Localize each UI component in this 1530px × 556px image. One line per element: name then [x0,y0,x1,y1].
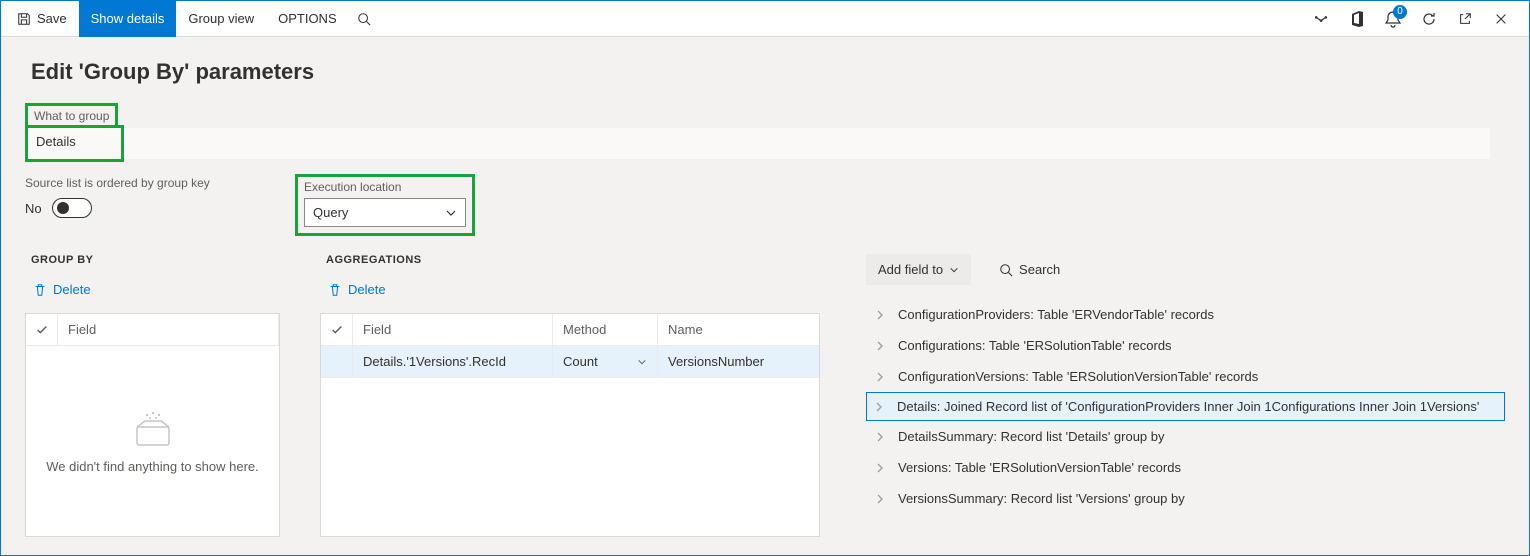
office-icon[interactable] [1343,5,1371,33]
save-button[interactable]: Save [5,1,79,37]
expand-icon[interactable] [876,463,886,473]
ordered-field: Source list is ordered by group key No [25,174,255,218]
group-by-delete-label: Delete [53,282,91,297]
agg-col-method[interactable]: Method [553,314,658,345]
agg-cell-field[interactable]: Details.'1Versions'.RecId [353,346,553,377]
group-by-grid-header: Field [26,314,279,346]
group-by-empty-text: We didn't find anything to show here. [46,459,259,474]
group-by-header: GROUP BY [31,254,280,266]
aggregations-checkall[interactable] [321,314,353,345]
exec-location-select[interactable]: Query [304,198,466,227]
group-by-delete-button[interactable]: Delete [25,278,99,301]
search-button[interactable] [349,1,379,37]
what-to-group-field-ext[interactable] [124,128,1490,159]
tree-item-label: Versions: Table 'ERSolutionVersionTable'… [898,460,1181,475]
right-panel: Add field to Search ConfigurationProvide… [860,254,1505,537]
tree-item-label: ConfigurationVersions: Table 'ERSolution… [898,369,1258,384]
aggregations-delete-button[interactable]: Delete [320,278,394,301]
group-by-checkall[interactable] [26,314,58,345]
connector-icon[interactable] [1307,5,1335,33]
what-to-group-label: What to group [34,109,109,123]
tree-item[interactable]: VersionsSummary: Record list 'Versions' … [866,483,1505,514]
tree-item[interactable]: ConfigurationProviders: Table 'ERVendorT… [866,299,1505,330]
expand-icon[interactable] [876,494,886,504]
agg-cell-name[interactable]: VersionsNumber [658,346,819,377]
trash-icon [328,283,342,297]
options-label: OPTIONS [278,11,337,26]
popout-icon[interactable] [1451,5,1479,33]
notifications-icon[interactable]: 0 [1379,5,1407,33]
show-details-button[interactable]: Show details [79,1,177,37]
exec-location-value: Query [313,205,348,220]
save-icon [17,12,31,26]
exec-location-field: Execution location Query [295,174,475,236]
search-icon [357,12,371,26]
toolbar-right: 0 [1307,5,1525,33]
group-by-grid: Field We didn't find anything to show he… [25,313,280,537]
chevron-down-icon [445,207,457,219]
expand-icon[interactable] [876,372,886,382]
refresh-icon[interactable] [1415,5,1443,33]
aggregations-grid-header: Field Method Name [321,314,819,346]
right-actions: Add field to Search [866,254,1505,285]
group-view-button[interactable]: Group view [176,1,266,37]
empty-icon [131,409,175,449]
expand-icon[interactable] [876,310,886,320]
save-label: Save [37,11,67,26]
agg-cell-method[interactable]: Count [553,346,658,377]
notif-badge: 0 [1393,5,1407,19]
group-by-column: GROUP BY Delete Field [25,254,280,537]
row-settings: Source list is ordered by group key No E… [25,174,1505,236]
exec-location-label: Execution location [304,180,401,194]
row-checkbox[interactable] [321,346,353,377]
agg-col-name[interactable]: Name [658,314,819,345]
table-row[interactable]: Details.'1Versions'.RecId Count Versions… [321,346,819,378]
chevron-down-icon [949,265,959,275]
ordered-toggle[interactable] [52,198,92,218]
tree-item-label: DetailsSummary: Record list 'Details' gr… [898,429,1165,444]
expand-icon[interactable] [875,402,885,412]
group-by-empty: We didn't find anything to show here. [26,346,279,536]
aggregations-header: AGGREGATIONS [326,254,820,266]
tree-item-label: Configurations: Table 'ERSolutionTable' … [898,338,1172,353]
right-search-label: Search [1019,262,1060,277]
aggregations-grid: Field Method Name Details.'1Versions'.Re… [320,313,820,537]
toolbar: Save Show details Group view OPTIONS 0 [1,1,1529,37]
options-button[interactable]: OPTIONS [266,1,349,37]
what-to-group-value-text: Details [36,134,76,149]
chevron-down-icon [637,357,647,367]
search-icon [999,263,1013,277]
tree: ConfigurationProviders: Table 'ERVendorT… [866,299,1505,514]
toggle-knob [57,202,69,214]
expand-icon[interactable] [876,432,886,442]
agg-cell-method-text: Count [563,354,598,369]
group-view-label: Group view [188,11,254,26]
tree-item-label: Details: Joined Record list of 'Configur… [897,399,1479,414]
right-search-button[interactable]: Search [987,254,1072,285]
trash-icon [33,283,47,297]
aggregations-column: AGGREGATIONS Delete Field Method Name [320,254,820,537]
agg-col-field[interactable]: Field [353,314,553,345]
tree-item-label: ConfigurationProviders: Table 'ERVendorT… [898,307,1214,322]
show-details-label: Show details [91,11,165,26]
tree-item[interactable]: Configurations: Table 'ERSolutionTable' … [866,330,1505,361]
expand-icon[interactable] [876,341,886,351]
content: Edit 'Group By' parameters What to group… [1,37,1529,555]
add-field-to-label: Add field to [878,262,943,277]
aggregations-delete-label: Delete [348,282,386,297]
tree-item[interactable]: Versions: Table 'ERSolutionVersionTable'… [866,452,1505,483]
tree-item-label: VersionsSummary: Record list 'Versions' … [898,491,1185,506]
columns: GROUP BY Delete Field [25,254,1505,537]
ordered-label: Source list is ordered by group key [25,174,255,192]
what-to-group-field: What to group Details [25,103,1490,162]
ordered-value: No [25,201,42,216]
group-by-col-field[interactable]: Field [58,314,279,345]
what-to-group-value[interactable]: Details [25,125,124,162]
add-field-to-button[interactable]: Add field to [866,254,971,285]
tree-item[interactable]: Details: Joined Record list of 'Configur… [866,392,1505,421]
tree-item[interactable]: ConfigurationVersions: Table 'ERSolution… [866,361,1505,392]
close-icon[interactable] [1487,5,1515,33]
tree-item[interactable]: DetailsSummary: Record list 'Details' gr… [866,421,1505,452]
page-title: Edit 'Group By' parameters [31,59,1499,85]
